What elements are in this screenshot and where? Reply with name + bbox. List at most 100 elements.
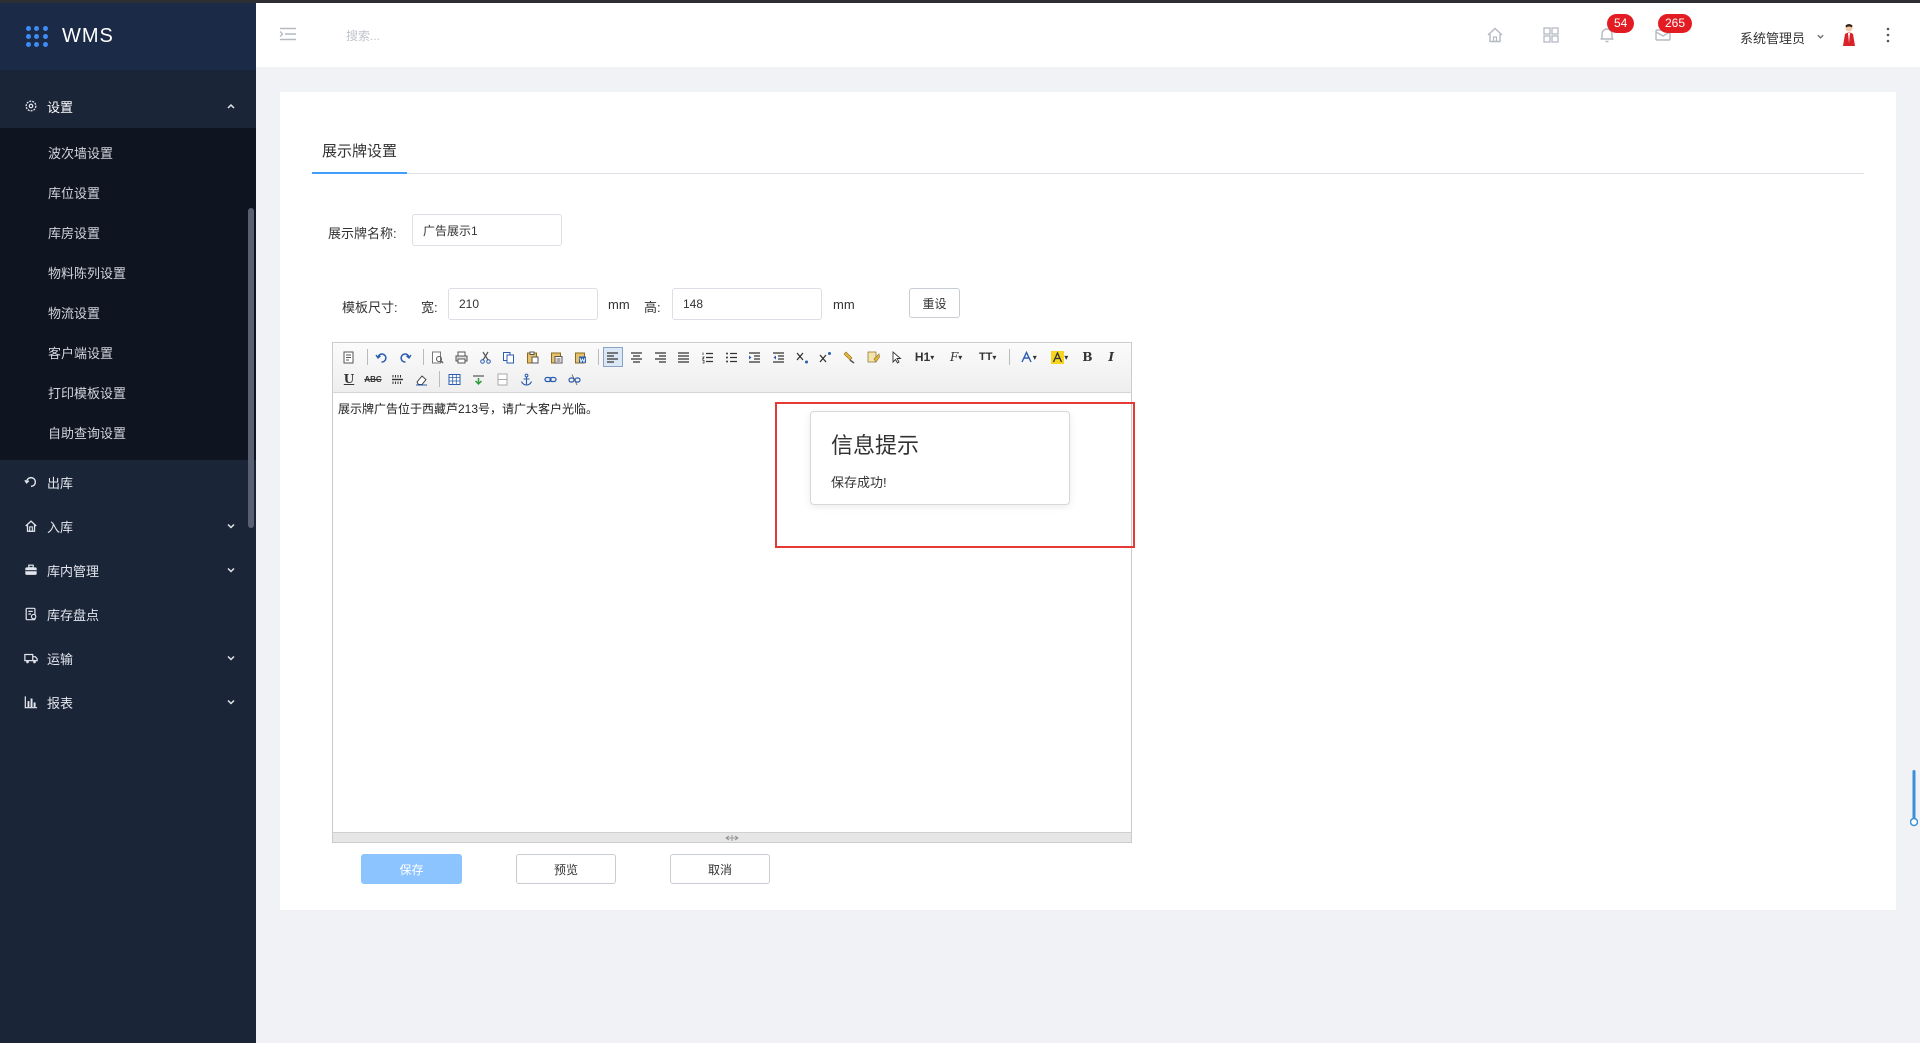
notifications-badge: 54 (1607, 14, 1635, 33)
sidebar-scrollbar-thumb[interactable] (248, 208, 254, 528)
height-label: 高: (644, 300, 661, 315)
sidebar-item-print-template[interactable]: 打印模板设置 (0, 374, 256, 414)
preview-icon[interactable] (428, 347, 448, 367)
sidebar-group-inventory-count[interactable]: 库存盘点 (0, 592, 256, 636)
width-input[interactable] (448, 288, 598, 320)
underline-button[interactable]: U (339, 369, 359, 389)
sidebar-group-settings[interactable]: 设置 (0, 84, 256, 128)
name-field-label: 展示牌名称: (328, 226, 397, 241)
toolbar-separator (439, 371, 440, 387)
align-center-icon[interactable] (627, 347, 647, 367)
align-justify-icon[interactable] (674, 347, 694, 367)
sidebar-item-self-query[interactable]: 自助查询设置 (0, 414, 256, 454)
template-size-label: 模板尺寸: (342, 300, 398, 315)
print-icon[interactable] (452, 347, 472, 367)
side-slider-handle[interactable] (1910, 770, 1918, 828)
sidebar-group-inbound[interactable]: 入库 (0, 504, 256, 548)
sidebar-group-label: 库内管理 (47, 563, 100, 579)
sidebar-item-warehouse[interactable]: 库房设置 (0, 214, 256, 254)
sidebar-group-reports[interactable]: 报表 (0, 680, 256, 724)
chevron-down-icon: ▾ (958, 352, 963, 362)
insert-column-icon[interactable] (492, 369, 512, 389)
sidebar-group-label: 设置 (47, 99, 74, 115)
sidebar-group-label: 报表 (47, 695, 74, 711)
clear-format-icon[interactable] (863, 347, 883, 367)
indent-icon[interactable] (745, 347, 765, 367)
apps-grid-icon (26, 25, 48, 48)
save-button[interactable]: 保存 (361, 854, 462, 884)
resize-grip-icon (725, 835, 739, 841)
brand[interactable]: WMS (0, 3, 256, 70)
grid-icon[interactable] (1542, 26, 1560, 44)
size-tool-label: TT (978, 351, 993, 363)
italic-button[interactable]: I (1101, 347, 1121, 367)
toolbar-separator (1009, 349, 1011, 365)
sidebar-scrollbar[interactable] (248, 208, 254, 528)
toolbar-separator (366, 349, 368, 365)
insert-row-icon[interactable] (468, 369, 488, 389)
home-icon[interactable] (1486, 26, 1504, 44)
sidebar-item-wave-wall[interactable]: 波次墙设置 (0, 134, 256, 174)
superscript-icon[interactable] (816, 347, 836, 367)
paste-word-icon[interactable] (570, 347, 590, 367)
subscript-icon[interactable] (792, 347, 812, 367)
strikethrough-button[interactable]: ABC (363, 369, 383, 389)
link-icon[interactable] (540, 369, 560, 389)
search-input[interactable] (346, 23, 586, 49)
chevron-down-icon (227, 523, 235, 529)
undo-icon[interactable] (372, 347, 392, 367)
highlight-color-dropdown[interactable]: ▾ (1046, 347, 1074, 367)
user-name[interactable]: 系统管理员 (1740, 28, 1805, 47)
height-unit: mm (833, 297, 855, 312)
heading-dropdown[interactable]: H1 ▾ (911, 347, 939, 367)
editor-toolbar: H1 ▾ F ▾ TT ▾ ▾ ▾ B I U ABC (333, 343, 1131, 393)
more-vertical-icon[interactable] (1885, 26, 1891, 44)
display-name-input[interactable] (412, 214, 562, 246)
sidebar-item-client[interactable]: 客户端设置 (0, 334, 256, 374)
cancel-button[interactable]: 取消 (670, 854, 770, 884)
message-title: 信息提示 (831, 433, 920, 458)
source-code-icon[interactable] (339, 347, 359, 367)
redo-icon[interactable] (395, 347, 415, 367)
sidebar-group-transport[interactable]: 运输 (0, 636, 256, 680)
chevron-down-icon (227, 655, 235, 661)
sidebar-submenu-settings: 波次墙设置 库位设置 库房设置 物料陈列设置 物流设置 客户端设置 打印模板设置… (0, 128, 256, 460)
bullet-list-icon[interactable] (721, 347, 741, 367)
sidebar-item-logistics[interactable]: 物流设置 (0, 294, 256, 334)
cut-icon[interactable] (475, 347, 495, 367)
copy-icon[interactable] (499, 347, 519, 367)
sidebar-group-warehouse-management[interactable]: 库内管理 (0, 548, 256, 592)
sidebar-item-location[interactable]: 库位设置 (0, 174, 256, 214)
height-input[interactable] (672, 288, 822, 320)
ordered-list-icon[interactable] (698, 347, 718, 367)
tab-display-board-settings[interactable]: 展示牌设置 (312, 138, 408, 174)
paste-text-icon[interactable] (546, 347, 566, 367)
preview-button[interactable]: 预览 (516, 854, 616, 884)
font-size-dropdown[interactable]: TT ▾ (974, 347, 1002, 367)
editor-resize-handle[interactable] (333, 832, 1131, 842)
unlink-icon[interactable] (564, 369, 584, 389)
outdent-icon[interactable] (769, 347, 789, 367)
horizontal-rule-icon[interactable] (387, 369, 407, 389)
anchor-icon[interactable] (516, 369, 536, 389)
align-left-icon[interactable] (602, 347, 623, 367)
reset-button[interactable]: 重设 (909, 288, 960, 318)
eraser-icon[interactable] (411, 369, 431, 389)
chevron-down-icon[interactable] (1816, 32, 1825, 41)
gear-icon (24, 99, 38, 113)
sidebar-group-outbound[interactable]: 出库 (0, 460, 256, 504)
menu-fold-icon[interactable] (279, 27, 297, 41)
sidebar-item-material-display[interactable]: 物料陈列设置 (0, 254, 256, 294)
paste-icon[interactable] (523, 347, 543, 367)
font-family-dropdown[interactable]: F ▾ (942, 347, 970, 367)
format-painter-icon[interactable] (840, 347, 860, 367)
insert-table-icon[interactable] (444, 369, 464, 389)
bold-button[interactable]: B (1078, 347, 1098, 367)
align-right-icon[interactable] (650, 347, 670, 367)
font-color-dropdown[interactable]: ▾ (1014, 347, 1042, 367)
chevron-down-icon: ▾ (1064, 352, 1069, 362)
chevron-down-icon: ▾ (992, 352, 997, 362)
sidebar-group-label: 出库 (47, 475, 74, 491)
avatar[interactable] (1839, 23, 1859, 47)
select-all-icon[interactable] (887, 347, 907, 367)
